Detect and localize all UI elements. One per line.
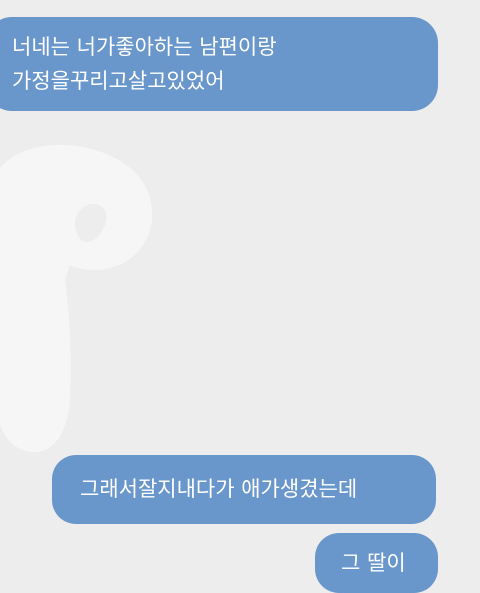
message-bubble[interactable]: 그 딸이	[315, 533, 438, 593]
message-text-line: 너네는 너가좋아하는 남편이랑	[12, 35, 277, 59]
message-bubble[interactable]: 너네는 너가좋아하는 남편이랑 가정을꾸리고살고있었어	[0, 17, 438, 111]
message-text-line: 가정을꾸리고살고있었어	[12, 69, 225, 93]
chat-view[interactable]: 너네는 너가좋아하는 남편이랑 가정을꾸리고살고있었어 그래서잘지내다가 애가생…	[0, 0, 480, 593]
message-text-line: 그래서잘지내다가 애가생겼는데	[80, 477, 358, 501]
message-text-line: 그 딸이	[341, 551, 406, 575]
message-bubble[interactable]: 그래서잘지내다가 애가생겼는데	[52, 455, 436, 524]
